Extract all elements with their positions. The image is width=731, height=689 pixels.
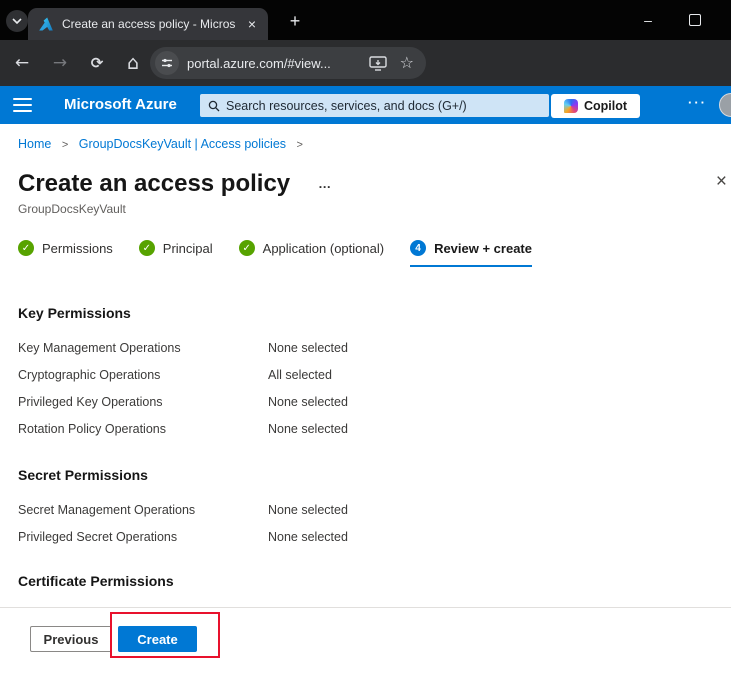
breadcrumb-home-link[interactable]: Home bbox=[18, 137, 51, 151]
page-title: Create an access policy bbox=[18, 169, 290, 199]
window-minimize-button[interactable]: – bbox=[636, 8, 660, 32]
check-circle-icon: ✓ bbox=[18, 240, 34, 256]
step-number-icon: 4 bbox=[410, 240, 426, 256]
account-avatar[interactable] bbox=[719, 93, 731, 117]
chevron-right-icon: > bbox=[62, 139, 68, 151]
tab-permissions[interactable]: ✓ Permissions bbox=[18, 240, 113, 267]
secret-permissions-rows: Secret Management OperationsNone selecte… bbox=[18, 497, 713, 551]
tab-review-create[interactable]: 4 Review + create bbox=[410, 240, 532, 267]
window-maximize-button[interactable] bbox=[689, 14, 701, 26]
forward-icon[interactable]: → bbox=[48, 51, 72, 75]
azure-search-box[interactable] bbox=[200, 94, 549, 117]
close-icon[interactable]: × bbox=[716, 172, 727, 191]
azure-portal-header: Microsoft Azure Copilot ··· bbox=[0, 86, 731, 124]
copilot-icon bbox=[564, 99, 578, 113]
chevron-right-icon: > bbox=[297, 139, 303, 151]
previous-button[interactable]: Previous bbox=[30, 626, 112, 652]
address-bar[interactable]: portal.azure.com/#view... ☆ bbox=[150, 47, 426, 79]
check-circle-icon: ✓ bbox=[239, 240, 255, 256]
table-row: Cryptographic OperationsAll selected bbox=[18, 362, 713, 389]
azure-favicon-icon bbox=[38, 16, 54, 32]
search-icon bbox=[208, 100, 220, 112]
table-row: Rotation Policy OperationsNone selected bbox=[18, 416, 713, 443]
browser-window: Create an access policy - Micros × + – ←… bbox=[0, 0, 731, 689]
send-to-device-icon[interactable] bbox=[369, 56, 387, 71]
portal-content: Home > GroupDocsKeyVault | Access polici… bbox=[0, 124, 731, 689]
tab-principal[interactable]: ✓ Principal bbox=[139, 240, 213, 267]
bookmark-star-icon[interactable]: ☆ bbox=[400, 55, 414, 71]
section-heading-secret-permissions: Secret Permissions bbox=[18, 467, 713, 483]
check-circle-icon: ✓ bbox=[139, 240, 155, 256]
tab-application[interactable]: ✓ Application (optional) bbox=[239, 240, 384, 267]
browser-tab-strip: Create an access policy - Micros × + – bbox=[0, 0, 731, 40]
breadcrumb: Home > GroupDocsKeyVault | Access polici… bbox=[18, 137, 713, 153]
tab-close-icon[interactable]: × bbox=[246, 17, 258, 31]
copilot-button[interactable]: Copilot bbox=[551, 94, 640, 118]
home-icon[interactable]: ⌂ bbox=[121, 51, 145, 75]
url-text[interactable]: portal.azure.com/#view... bbox=[187, 56, 363, 71]
header-more-icon[interactable]: ··· bbox=[688, 95, 707, 110]
table-row: Key Management OperationsNone selected bbox=[18, 335, 713, 362]
chevron-down-icon bbox=[12, 18, 22, 24]
wizard-tabs: ✓ Permissions ✓ Principal ✓ Application … bbox=[18, 240, 713, 267]
search-input[interactable] bbox=[226, 99, 541, 113]
back-icon[interactable]: ← bbox=[10, 51, 34, 75]
create-button[interactable]: Create bbox=[118, 626, 197, 652]
section-heading-certificate-permissions: Certificate Permissions bbox=[18, 573, 713, 589]
section-heading-key-permissions: Key Permissions bbox=[18, 305, 713, 321]
title-row: Create an access policy … bbox=[18, 169, 713, 199]
page-subtitle: GroupDocsKeyVault bbox=[18, 202, 713, 216]
title-more-icon[interactable]: … bbox=[318, 179, 332, 189]
browser-toolbar: ← → ⟳ ⌂ portal.azure.com/#view... ☆ bbox=[0, 40, 731, 86]
tab-search-button[interactable] bbox=[6, 10, 28, 32]
refresh-icon[interactable]: ⟳ bbox=[85, 51, 109, 75]
hamburger-menu-icon[interactable] bbox=[13, 98, 32, 112]
tab-title: Create an access policy - Micros bbox=[62, 17, 238, 31]
active-browser-tab[interactable]: Create an access policy - Micros × bbox=[28, 8, 268, 40]
site-settings-icon[interactable] bbox=[155, 51, 179, 75]
table-row: Secret Management OperationsNone selecte… bbox=[18, 497, 713, 524]
azure-brand[interactable]: Microsoft Azure bbox=[64, 96, 177, 113]
footer-divider bbox=[0, 607, 731, 608]
new-tab-button[interactable]: + bbox=[283, 9, 307, 33]
key-permissions-rows: Key Management OperationsNone selected C… bbox=[18, 335, 713, 443]
table-row: Privileged Secret OperationsNone selecte… bbox=[18, 524, 713, 551]
breadcrumb-vault-link[interactable]: GroupDocsKeyVault | Access policies bbox=[79, 137, 286, 151]
table-row: Privileged Key OperationsNone selected bbox=[18, 389, 713, 416]
copilot-label: Copilot bbox=[584, 99, 627, 113]
